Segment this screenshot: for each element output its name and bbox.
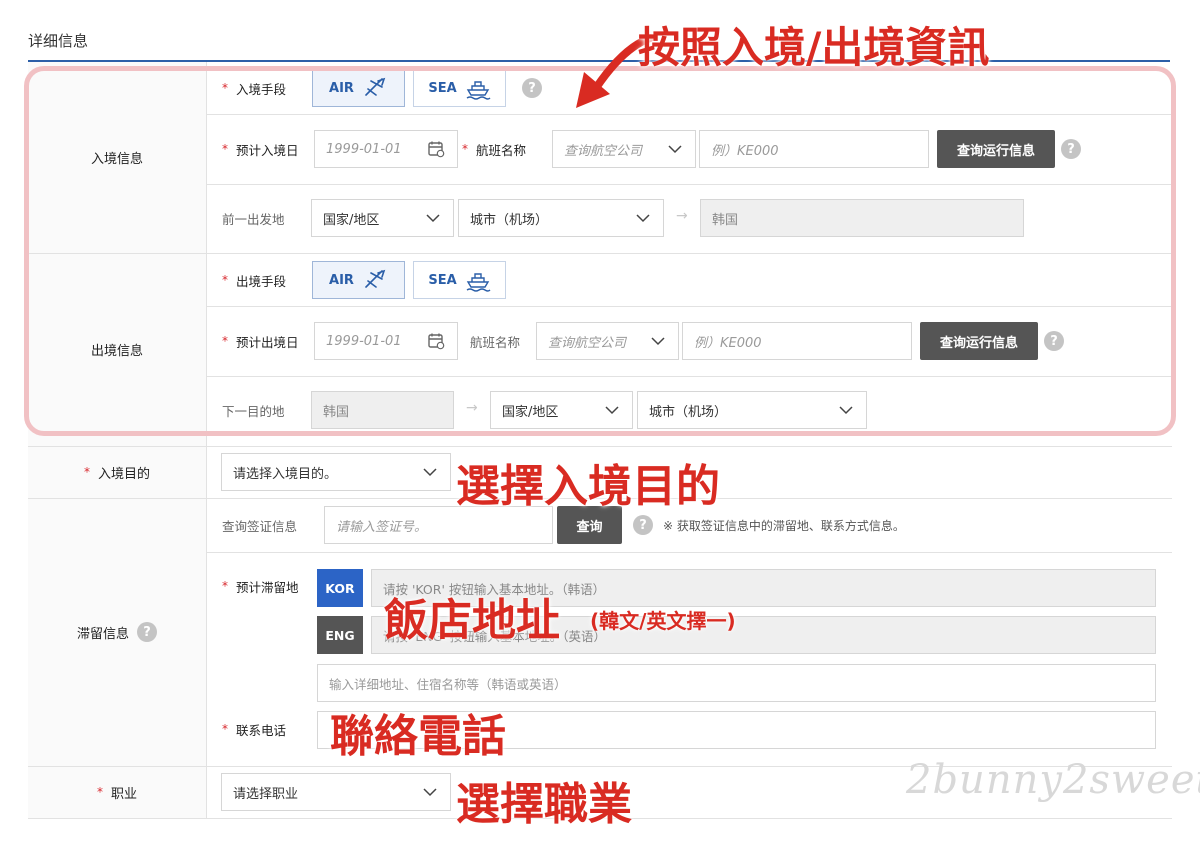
section-title: 详细信息 (28, 32, 89, 50)
detail-address-input[interactable]: 输入详细地址、住宿名称等（韩语或英语） (317, 664, 1156, 702)
annotation-phone: 聯絡電話 (330, 711, 506, 762)
visa-note: ※ 获取签证信息中的滞留地、联系方式信息。 (663, 519, 905, 533)
kor-address-button[interactable]: KOR (317, 569, 363, 607)
chevron-down-icon (423, 788, 437, 797)
phone-label: * 联系电话 (222, 722, 287, 738)
highlight-frame (24, 66, 1176, 436)
stay-help-icon[interactable]: ? (137, 622, 157, 642)
annotation-hotel: 飯店地址 (384, 595, 560, 646)
annotation-hotel-note: (韓文/英文擇一) (590, 609, 736, 633)
purpose-select[interactable]: 请选择入境目的。 (221, 453, 451, 491)
visa-help-icon[interactable]: ? (633, 515, 653, 535)
visa-query-label: 查询签证信息 (222, 518, 298, 534)
occupation-select[interactable]: 请选择职业 (221, 773, 451, 811)
stay-address-label: * 预计滞留地 (222, 579, 299, 595)
watermark: 2bunny2sweet (906, 757, 1200, 803)
chevron-down-icon (423, 468, 437, 477)
purpose-row-label: * 入境目的 (83, 465, 150, 482)
row-divider (206, 552, 1172, 553)
eng-address-button[interactable]: ENG (317, 616, 363, 654)
occupation-row-label: * 职业 (96, 785, 137, 802)
annotation-purpose: 選擇入境目的 (456, 461, 720, 512)
stay-row-label: 滞留信息 ? (28, 498, 206, 766)
annotation-occupation: 選擇職業 (456, 779, 632, 830)
annotation-entry-exit: 按照入境/出境資訊 (638, 23, 990, 72)
